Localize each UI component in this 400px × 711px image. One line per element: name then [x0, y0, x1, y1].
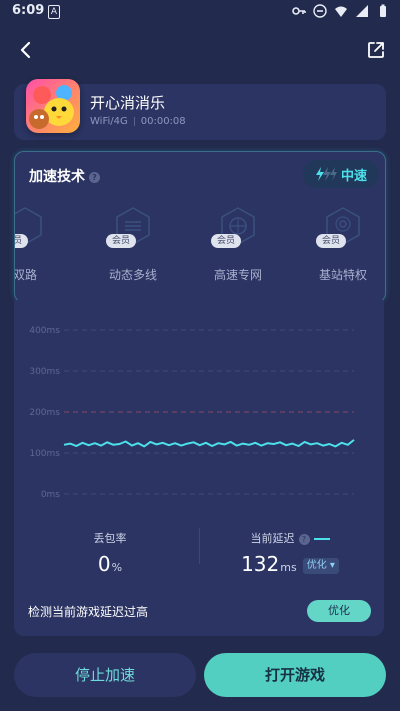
- latency-label-row: 当前延迟?: [200, 530, 380, 546]
- y-tick-label: 400ms: [29, 326, 60, 336]
- game-name: 开心消消乐: [90, 94, 166, 112]
- y-tick-label: 100ms: [29, 449, 60, 459]
- status-bar: 6:09 A: [0, 0, 400, 24]
- y-tick-label: 200ms: [29, 408, 60, 418]
- tech-item-base-station[interactable]: 会员 基站特权: [298, 206, 385, 286]
- accel-title-text: 加速技术: [29, 169, 85, 185]
- vip-badge: 会员: [211, 234, 242, 248]
- packet-loss-stat: 丢包率 0%: [20, 530, 200, 576]
- vip-badge: 会员: [316, 234, 347, 248]
- latency-label: 当前延迟: [250, 532, 295, 545]
- speed-mode-label: 中速: [340, 168, 367, 184]
- vpn-key-icon: [292, 7, 306, 15]
- game-duration: 00:00:08: [140, 116, 186, 127]
- packet-loss-value: 0: [97, 552, 111, 576]
- game-network: WiFi/4G: [90, 116, 128, 127]
- accel-title: 加速技术?: [29, 166, 100, 186]
- accel-tech-panel: 加速技术? 中速 会员 双路 会员 动态多线 会员 高速专网 会员 基站特权: [14, 151, 386, 303]
- lightning-icon: [315, 167, 337, 181]
- vip-badge: 会员: [106, 234, 137, 248]
- tech-item-dual-path[interactable]: 会员 双路: [14, 206, 70, 286]
- latency-series-line: [63, 439, 355, 448]
- tech-label: 基站特权: [318, 268, 367, 282]
- dnd-icon: [313, 4, 327, 18]
- latency-warning: 检测当前游戏延迟过高: [28, 605, 149, 619]
- packet-loss-value-row: 0%: [20, 552, 200, 576]
- optimize-dropdown[interactable]: 优化 ▾: [302, 557, 339, 574]
- latency-value: 132: [241, 552, 280, 576]
- game-meta: WiFi/4G 00:00:08: [90, 116, 186, 127]
- tech-item-highspeed-network[interactable]: 会员 高速专网: [193, 206, 283, 286]
- notification-icon: A: [48, 5, 60, 19]
- tech-label: 动态多线: [108, 268, 157, 282]
- vip-badge: 会员: [15, 234, 29, 248]
- latency-legend-line: [313, 538, 330, 540]
- y-tick-label: 300ms: [29, 367, 60, 377]
- game-card: 开心消消乐 WiFi/4G 00:00:08: [14, 79, 386, 140]
- tech-label: 双路: [14, 268, 37, 282]
- status-time: 6:09: [12, 3, 45, 18]
- tech-label: 高速专网: [213, 268, 262, 282]
- tech-item-dynamic-multiline[interactable]: 会员 动态多线: [88, 206, 178, 286]
- back-button[interactable]: [16, 40, 36, 60]
- latency-value-row: 132ms 优化 ▾: [200, 552, 380, 576]
- battery-icon: [380, 4, 386, 17]
- help-icon[interactable]: ?: [298, 533, 310, 545]
- status-icons: [292, 4, 390, 18]
- y-tick-label: 0ms: [41, 490, 60, 500]
- signal-icon: [356, 5, 368, 17]
- latency-stat: 当前延迟? 132ms 优化 ▾: [200, 530, 380, 576]
- share-button[interactable]: [366, 40, 386, 60]
- packet-loss-unit: %: [111, 561, 123, 574]
- open-game-button[interactable]: 打开游戏: [204, 653, 386, 697]
- optimize-tag-label: 优化: [306, 559, 327, 571]
- latency-chart: 400ms 300ms 200ms 100ms 0ms: [29, 326, 355, 500]
- packet-loss-label: 丢包率: [93, 532, 127, 545]
- optimize-button[interactable]: 优化: [307, 600, 371, 622]
- game-app-icon: [26, 79, 80, 133]
- help-icon[interactable]: ?: [89, 171, 100, 183]
- stop-accel-button[interactable]: 停止加速: [14, 653, 196, 697]
- latency-panel: 400ms 300ms 200ms 100ms 0ms: [14, 300, 384, 636]
- wifi-icon: [335, 6, 347, 17]
- latency-unit: ms: [280, 561, 297, 574]
- speed-mode-button[interactable]: 中速: [303, 160, 379, 188]
- meta-divider: [133, 116, 135, 126]
